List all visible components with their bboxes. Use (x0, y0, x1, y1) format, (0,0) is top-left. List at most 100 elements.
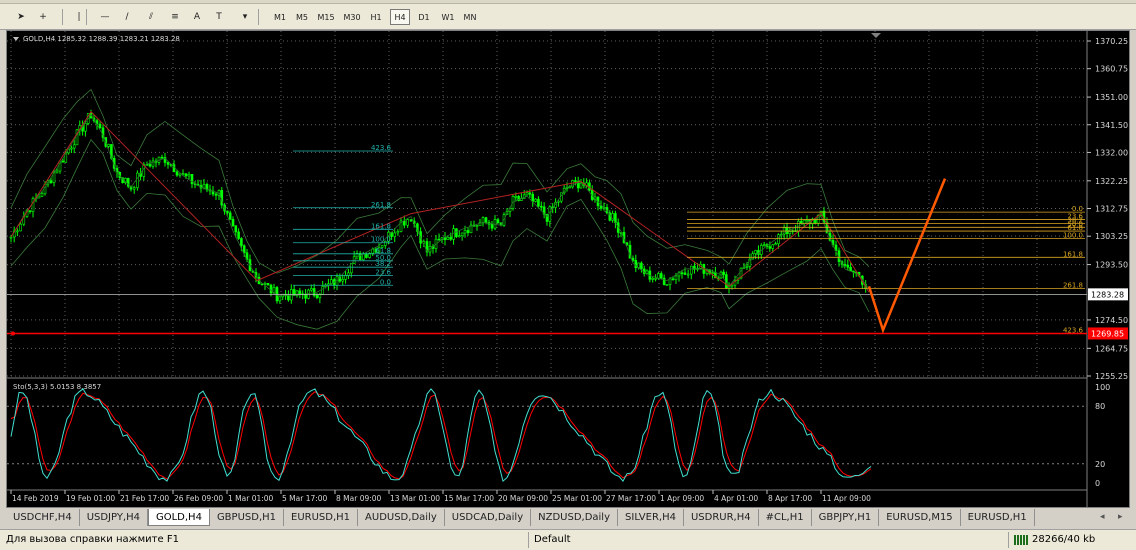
candle-body (534, 198, 537, 202)
chart-tab[interactable]: USDCHF,H4 (6, 509, 80, 526)
candle-body (460, 232, 464, 236)
candle-body (358, 252, 362, 261)
tab-scroll-left-icon[interactable]: ◂ (1100, 512, 1105, 522)
candle-body (393, 232, 397, 237)
candle-body (683, 272, 687, 275)
chart-tab[interactable]: USDRUR,H4 (684, 509, 759, 526)
chart-tab[interactable]: USDJPY,H4 (80, 509, 148, 526)
candle-body (548, 206, 552, 222)
candle-body (452, 228, 455, 240)
chart-tab[interactable]: AUDUSD,Daily (358, 509, 445, 526)
price-label: 1322.25 (1095, 177, 1128, 186)
chart-tab[interactable]: NZDUSD,Daily (531, 509, 619, 526)
chart-tab[interactable]: #CL,H1 (759, 509, 812, 526)
fibo-icon[interactable]: ≡ (166, 9, 184, 25)
candle-body (228, 212, 232, 220)
chart-window[interactable]: 1370.25 1360.75 1351.00 1341.50 1332.00 1322.… (6, 30, 1130, 508)
candle-body (849, 266, 852, 272)
time-label: 21 Feb 17:00 (120, 494, 169, 503)
candle-body (72, 144, 76, 149)
candle-body (234, 225, 238, 233)
time-label: 5 Mar 17:00 (282, 494, 328, 503)
candle-body (187, 174, 191, 177)
timeframe-m1-button[interactable]: M1 (270, 9, 290, 25)
candle-body (184, 173, 188, 177)
candle-body (292, 289, 296, 296)
chart-tab[interactable]: GOLD,H4 (147, 509, 210, 526)
trendline-icon[interactable]: / (118, 9, 136, 25)
timeframe-w1-button[interactable]: W1 (438, 9, 458, 25)
channel-icon[interactable]: ⫽ (142, 9, 160, 25)
candle-body (674, 275, 678, 280)
time-label: 8 Apr 17:00 (768, 494, 812, 503)
candle-body (318, 294, 322, 299)
candle-body (107, 144, 110, 147)
candle-body (457, 235, 461, 238)
chart-header: GOLD,H4 1285.32 1288.39 1283.21 1283.28 (23, 35, 180, 43)
time-label: 15 Mar 17:00 (444, 494, 494, 503)
traffic-counter: 28266/40 kb (1032, 534, 1096, 545)
candle-body (514, 195, 518, 198)
target-price-label: 1269.85 (1091, 329, 1124, 338)
candle-body (711, 272, 714, 274)
profile-name: Default (534, 534, 571, 545)
timeframe-m30-button[interactable]: M30 (342, 9, 362, 25)
forecast-line (867, 178, 947, 334)
timeframe-h4-button[interactable]: H4 (390, 9, 410, 25)
timeframe-m15-button[interactable]: M15 (316, 9, 336, 25)
timeframe-h1-button[interactable]: H1 (366, 9, 386, 25)
chart-tab[interactable]: EURUSD,H1 (961, 509, 1035, 526)
candle-body (160, 156, 164, 159)
candle-body (263, 282, 267, 285)
candle-body (315, 295, 319, 299)
candle-body (531, 193, 535, 202)
timeframe-mn-button[interactable]: MN (460, 9, 480, 25)
bollinger-lower (10, 138, 870, 330)
chart-tab[interactable]: EURUSD,H1 (284, 509, 359, 526)
stochastic-main-line (10, 388, 872, 482)
candle-body (774, 243, 777, 246)
candle-body (309, 288, 313, 291)
osc-scale-label: 0 (1095, 479, 1100, 488)
candle-body (240, 238, 243, 246)
chart-tab[interactable]: EURUSD,M15 (879, 509, 961, 526)
fibo-left-label: 261.8 (371, 201, 391, 209)
tab-scroll-right-icon[interactable]: ▸ (1118, 512, 1123, 522)
time-label: 13 Mar 01:00 (390, 494, 440, 503)
timeframe-m5-button[interactable]: M5 (292, 9, 312, 25)
candle-body (40, 193, 44, 197)
time-label: 27 Mar 17:00 (606, 494, 656, 503)
crosshair-icon[interactable]: + (34, 9, 52, 25)
chart-tab[interactable]: GBPJPY,H1 (812, 509, 880, 526)
candle-body (665, 284, 669, 286)
candle-body (396, 231, 400, 234)
objects-menu-icon[interactable]: ▾ (236, 9, 254, 25)
candle-body (446, 236, 450, 240)
timeframe-d1-button[interactable]: D1 (414, 9, 434, 25)
status-divider (1008, 532, 1009, 548)
toolbar-separator (62, 9, 63, 25)
price-label: 1341.50 (1095, 121, 1128, 130)
horizontal-line-icon[interactable]: — (96, 9, 114, 25)
candle-body (437, 238, 441, 241)
label-icon[interactable]: T (210, 9, 228, 25)
price-label: 1332.00 (1095, 148, 1128, 157)
candle-body (579, 182, 583, 189)
cursor-icon[interactable]: ➤ (12, 9, 30, 25)
toolbar-separator (258, 9, 259, 25)
chart-tab[interactable]: SILVER,H4 (618, 509, 684, 526)
fibo-left-label: 23.6 (375, 268, 391, 276)
candle-body (730, 284, 734, 287)
candle-body (662, 277, 666, 285)
candle-body (689, 265, 693, 275)
text-icon[interactable]: A (188, 9, 206, 25)
candle-body (19, 223, 22, 232)
candle-body (61, 160, 65, 163)
candle-body (304, 294, 307, 299)
price-label: 1255.25 (1095, 372, 1128, 381)
price-chart[interactable]: 1370.25 1360.75 1351.00 1341.50 1332.00 1322.… (7, 31, 1129, 507)
candle-body (9, 236, 13, 239)
chart-tab[interactable]: USDCAD,Daily (445, 509, 532, 526)
candle-body (659, 273, 663, 279)
chart-tab[interactable]: GBPUSD,H1 (210, 509, 285, 526)
